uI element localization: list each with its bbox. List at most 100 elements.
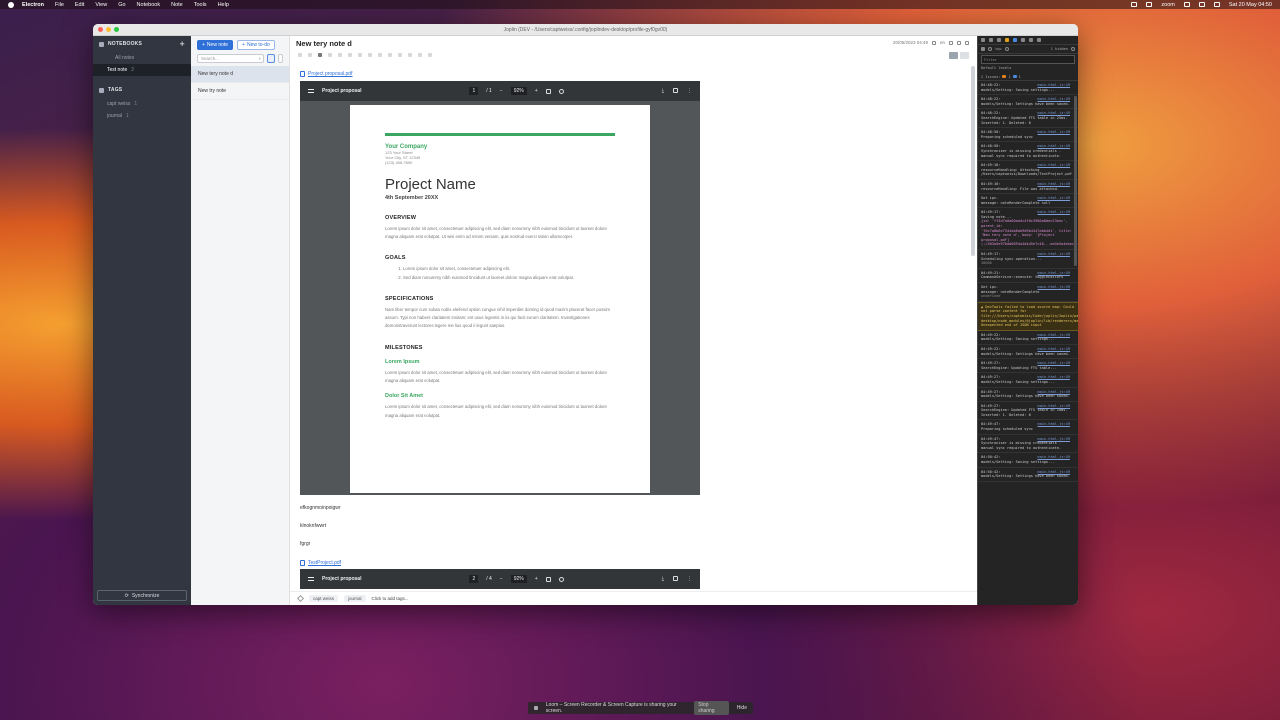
pdf-page-input[interactable]: 1 (469, 87, 479, 95)
more-icon[interactable] (1029, 38, 1033, 42)
menu-help[interactable]: Help (218, 2, 229, 8)
notebooks-header[interactable]: NOTEBOOKS + (93, 36, 191, 52)
tag-chip[interactable]: capt weiss (309, 595, 339, 602)
clock[interactable]: Sat 20 May 04:50 (1229, 2, 1272, 8)
attach-icon[interactable] (368, 53, 372, 57)
menu-go[interactable]: Go (118, 2, 125, 8)
rotate-icon[interactable] (558, 576, 564, 582)
log-source-link[interactable]: main-html.js:49 (1038, 470, 1070, 475)
log-source-link[interactable]: main-html.js:49 (1038, 422, 1070, 427)
log-levels-select[interactable]: Default levels (978, 65, 1078, 73)
log-source-link[interactable]: main-html.js:49 (1038, 144, 1070, 149)
zoom-out-icon[interactable]: − (500, 88, 503, 94)
pdf-zoom-input[interactable]: 92% (510, 87, 527, 95)
add-notebook-button[interactable]: + (180, 39, 185, 48)
log-source-link[interactable]: main-html.js:49 (1038, 455, 1070, 460)
download-icon[interactable]: ⤓ (662, 576, 664, 582)
console-warning[interactable]: ▲ DevTools failed to load source map: Co… (978, 301, 1078, 331)
back-icon[interactable] (298, 53, 302, 57)
log-object[interactable]: {id: 'ff3d7a0a00ad4c4f8c3980a8dec23eec',… (981, 219, 1078, 247)
synchronize-button[interactable]: ⟳ Synchronize (97, 590, 187, 601)
hide-button[interactable]: Hide (737, 705, 747, 711)
note-list-item[interactable]: New tery note d (191, 66, 289, 83)
apple-icon[interactable] (8, 1, 14, 8)
menu-view[interactable]: View (95, 2, 107, 8)
log-source-link[interactable]: main-html.js:49 (1038, 196, 1070, 201)
menu-notebook[interactable]: Notebook (137, 2, 161, 8)
toggle-editors-button[interactable] (960, 52, 969, 59)
download-icon[interactable]: ⤓ (662, 88, 664, 94)
log-source-link[interactable]: main-html.js:49 (1038, 361, 1070, 366)
log-source-link[interactable]: main-html.js:49 (1038, 333, 1070, 338)
log-source-link[interactable]: main-html.js:49 (1038, 285, 1070, 290)
bullet-list-icon[interactable] (378, 53, 382, 57)
zoom-in-icon[interactable]: + (535, 88, 538, 94)
sort-order-button[interactable] (267, 54, 275, 63)
new-todo-button[interactable]: + New to-do (237, 40, 275, 50)
menu-edit[interactable]: Edit (75, 2, 84, 8)
properties-icon[interactable] (957, 40, 961, 45)
panels-icon[interactable] (997, 38, 1001, 42)
log-source-link[interactable]: main-html.js:49 (1038, 97, 1070, 102)
sort-direction-button[interactable] (278, 54, 283, 63)
attachment-link[interactable]: Project proposal.pdf (300, 69, 720, 79)
log-source-link[interactable]: main-html.js:49 (1038, 182, 1070, 187)
note-title[interactable]: New tery note d (296, 39, 352, 48)
eye-icon[interactable] (1004, 47, 1009, 51)
wifi-icon[interactable] (1198, 2, 1205, 7)
more-options-icon[interactable]: ⋮ (687, 576, 692, 582)
menu-icon[interactable] (308, 577, 314, 581)
battery-icon[interactable] (1183, 2, 1190, 7)
screen-icon[interactable] (1131, 2, 1138, 7)
log-source-link[interactable]: main-html.js:49 (1038, 163, 1070, 168)
warning-count-icon[interactable] (1005, 38, 1009, 42)
bold-icon[interactable] (328, 53, 332, 57)
clear-console-icon[interactable] (988, 47, 992, 51)
log-source-link[interactable]: main-html.js:49 (1038, 130, 1070, 135)
pdf-zoom-input[interactable]: 92% (510, 575, 527, 583)
minimize-window-button[interactable] (106, 27, 111, 32)
alarm-icon[interactable] (949, 40, 953, 45)
tags-header[interactable]: TAGS (93, 82, 191, 98)
device-icon[interactable] (989, 38, 993, 42)
sidebar-item-all-notes[interactable]: All notes (93, 52, 191, 64)
new-note-button[interactable]: + New note (197, 40, 234, 50)
menu-app[interactable]: Electron (22, 2, 44, 8)
rotate-icon[interactable] (558, 88, 564, 94)
menu-tools[interactable]: Tools (194, 2, 207, 8)
zoom-in-icon[interactable]: + (535, 576, 538, 582)
link-icon[interactable] (348, 53, 352, 57)
sidebar-tag-capt-weiss[interactable]: capt weiss 1 (93, 98, 191, 110)
log-source-link[interactable]: main-html.js:49 (1038, 252, 1070, 257)
stop-sharing-button[interactable]: Stop sharing (694, 701, 729, 715)
forward-icon[interactable] (308, 53, 312, 57)
globe-icon[interactable] (931, 40, 936, 45)
print-icon[interactable] (673, 576, 678, 581)
log-source-link[interactable]: main-html.js:49 (1038, 437, 1070, 442)
print-icon[interactable] (673, 88, 678, 93)
loom-icon[interactable] (1146, 2, 1153, 7)
heading-icon[interactable] (408, 53, 412, 57)
toggle-editor-layout-button[interactable] (949, 52, 958, 59)
numbered-list-icon[interactable] (388, 53, 392, 57)
zoom-window-button[interactable] (114, 27, 119, 32)
add-tags-link[interactable]: Click to add tags... (372, 596, 409, 601)
sidebar-item-test-note[interactable]: Test note 2 (93, 64, 191, 76)
menu-file[interactable]: File (55, 2, 64, 8)
console-filter-input[interactable]: Filter (981, 55, 1075, 64)
settings-icon[interactable] (1021, 38, 1025, 42)
console-scrollbar[interactable] (1074, 96, 1077, 266)
close-devtools-icon[interactable] (1037, 38, 1041, 42)
search-input[interactable]: Search... ⌕ (197, 54, 264, 63)
spellcheck-lang[interactable]: en (940, 40, 945, 45)
tag-chip[interactable]: journal (344, 595, 366, 602)
zoom-out-icon[interactable]: − (500, 576, 503, 582)
fit-page-icon[interactable] (545, 576, 551, 582)
log-source-link[interactable]: main-html.js:49 (1038, 390, 1070, 395)
menu-note[interactable]: Note (171, 2, 183, 8)
note-list-item[interactable]: New try note (191, 83, 289, 100)
info-icon[interactable] (965, 40, 969, 45)
log-source-link[interactable]: main-html.js:49 (1038, 404, 1070, 409)
log-source-link[interactable]: main-html.js:49 (1038, 111, 1070, 116)
pdf-page-input[interactable]: 2 (469, 575, 479, 583)
